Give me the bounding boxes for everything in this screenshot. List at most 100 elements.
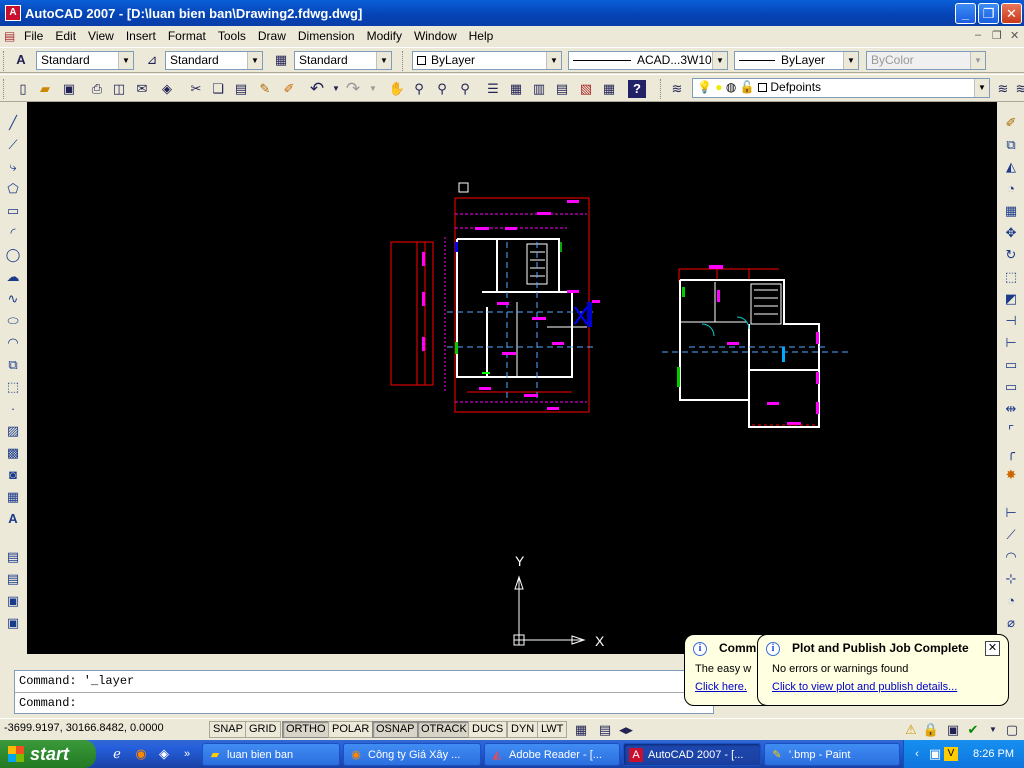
layer-tool-icon[interactable]: ▤ bbox=[4, 548, 22, 566]
layout-tab-icon[interactable]: ▤ bbox=[596, 721, 614, 739]
zoom-previous-icon[interactable]: ⚲ bbox=[456, 80, 474, 98]
doc-restore-button[interactable]: ❐ bbox=[992, 29, 1002, 42]
command-prompt[interactable]: Command: bbox=[15, 692, 713, 713]
task-firefox[interactable]: ◉ Công ty Giá Xây ... bbox=[343, 743, 481, 766]
layer-tool-3-icon[interactable]: ▣ bbox=[4, 592, 22, 610]
plot-icon[interactable]: ⎙ bbox=[88, 80, 106, 98]
scale-icon[interactable]: ⬚ bbox=[1002, 268, 1020, 286]
markup-icon[interactable]: ▧ bbox=[577, 80, 595, 98]
plot-status-icon[interactable]: ▣ bbox=[944, 721, 962, 739]
paste-icon[interactable]: ▤ bbox=[232, 80, 250, 98]
plot-publish-balloon[interactable]: i Plot and Publish Job Complete ✕ No err… bbox=[757, 634, 1009, 706]
toolbar-grip[interactable] bbox=[402, 51, 405, 71]
point-icon[interactable]: · bbox=[4, 400, 22, 418]
ie-icon[interactable]: ℯ bbox=[108, 745, 126, 763]
menu-file[interactable]: File bbox=[18, 29, 49, 43]
lineweight-combo[interactable]: ByLayer ▼ bbox=[734, 51, 859, 70]
gradient-icon[interactable]: ▩ bbox=[4, 444, 22, 462]
erase-icon[interactable]: ✐ bbox=[1002, 114, 1020, 132]
text-style-icon[interactable]: A bbox=[12, 51, 30, 69]
spline-icon[interactable]: ∿ bbox=[4, 290, 22, 308]
menu-insert[interactable]: Insert bbox=[120, 29, 162, 43]
network-icon[interactable]: ▣ bbox=[926, 745, 944, 763]
ducs-toggle[interactable]: DUCS bbox=[468, 721, 508, 738]
title-bar[interactable]: A AutoCAD 2007 - [D:\luan bien ban\Drawi… bbox=[0, 0, 1024, 26]
text-style-combo[interactable]: Standard ▼ bbox=[36, 51, 134, 70]
rotate-icon[interactable]: ↻ bbox=[1002, 246, 1020, 264]
arc-length-icon[interactable]: ◠ bbox=[1002, 548, 1020, 566]
layer-combo[interactable]: 💡 ● ◍ 🔓 Defpoints ▼ bbox=[692, 78, 990, 98]
doc-minimize-button[interactable]: – bbox=[975, 29, 981, 41]
cut-icon[interactable]: ✂ bbox=[187, 80, 205, 98]
status-menu-icon[interactable]: ▼ bbox=[984, 721, 1002, 739]
undo-dropdown-icon[interactable]: ▼ bbox=[327, 80, 345, 98]
undo-icon[interactable]: ↶ bbox=[308, 80, 326, 98]
insert-block-icon[interactable]: ⧉ bbox=[4, 356, 22, 374]
task-paint[interactable]: ✎ '.bmp - Paint bbox=[764, 743, 900, 766]
join-icon[interactable]: ⇹ bbox=[1002, 400, 1020, 418]
warning-icon[interactable]: ⚠ bbox=[902, 721, 920, 739]
rectangle-icon[interactable]: ▭ bbox=[4, 202, 22, 220]
aligned-dimension-icon[interactable]: ⟋ bbox=[1002, 526, 1020, 544]
ellipse-icon[interactable]: ⬭ bbox=[4, 312, 22, 330]
diameter-dimension-icon[interactable]: ⌀ bbox=[1002, 614, 1020, 632]
snap-toggle[interactable]: SNAP bbox=[209, 721, 247, 738]
drawing-canvas[interactable]: Y X bbox=[27, 102, 997, 654]
ordinate-dimension-icon[interactable]: ⊹ bbox=[1002, 570, 1020, 588]
quicklaunch-icon[interactable]: ◈ bbox=[155, 745, 173, 763]
tray-expand-icon[interactable]: ‹ bbox=[908, 745, 926, 763]
3d-dwf-icon[interactable]: ◈ bbox=[158, 80, 176, 98]
layer-tool-2-icon[interactable]: ▤ bbox=[4, 570, 22, 588]
offset-icon[interactable]: ◔ bbox=[1002, 180, 1020, 198]
design-center-icon[interactable]: ▦ bbox=[507, 80, 525, 98]
menu-dimension[interactable]: Dimension bbox=[292, 29, 361, 43]
save-icon[interactable]: ▣ bbox=[60, 80, 78, 98]
break-at-point-icon[interactable]: ▭ bbox=[1002, 356, 1020, 374]
color-combo[interactable]: ByLayer ▼ bbox=[412, 51, 562, 70]
zoom-window-icon[interactable]: ⚲ bbox=[433, 80, 451, 98]
menu-format[interactable]: Format bbox=[162, 29, 212, 43]
tool-palettes-icon[interactable]: ▥ bbox=[530, 80, 548, 98]
task-luan-bien-ban[interactable]: ▰ luan bien ban bbox=[202, 743, 340, 766]
quicklaunch-more-icon[interactable]: » bbox=[178, 745, 196, 763]
lock-icon[interactable]: 🔒 bbox=[922, 721, 940, 739]
layer-manager-icon[interactable]: ≋ bbox=[668, 80, 686, 98]
osnap-toggle[interactable]: OSNAP bbox=[372, 721, 419, 738]
new-icon[interactable]: ▯ bbox=[14, 80, 32, 98]
otrack-toggle[interactable]: OTRACK bbox=[417, 721, 471, 738]
table-style-icon[interactable]: ▦ bbox=[272, 51, 290, 69]
pan-icon[interactable]: ✋ bbox=[388, 80, 406, 98]
break-icon[interactable]: ▭ bbox=[1002, 378, 1020, 396]
maximize-button[interactable]: ❐ bbox=[978, 3, 999, 24]
move-icon[interactable]: ✥ bbox=[1002, 224, 1020, 242]
mirror-icon[interactable]: ◭ bbox=[1002, 158, 1020, 176]
lwt-toggle[interactable]: LWT bbox=[537, 721, 568, 738]
polar-toggle[interactable]: POLAR bbox=[328, 721, 374, 738]
polyline-icon[interactable]: ⤷ bbox=[4, 158, 22, 176]
menu-edit[interactable]: Edit bbox=[49, 29, 82, 43]
construction-line-icon[interactable]: ⟋ bbox=[4, 136, 22, 154]
sheet-set-icon[interactable]: ▤ bbox=[553, 80, 571, 98]
polygon-icon[interactable]: ⬠ bbox=[4, 180, 22, 198]
balloon-close-button[interactable]: ✕ bbox=[985, 641, 1000, 656]
copy-object-icon[interactable]: ⧉ bbox=[1002, 136, 1020, 154]
menu-help[interactable]: Help bbox=[463, 29, 500, 43]
publish-icon[interactable]: ✉ bbox=[133, 80, 151, 98]
copy-icon[interactable]: ❏ bbox=[209, 80, 227, 98]
doc-close-button[interactable]: ✕ bbox=[1010, 29, 1019, 42]
multiline-text-icon[interactable]: A bbox=[4, 510, 22, 528]
validation-icon[interactable]: ✔ bbox=[964, 721, 982, 739]
model-tab-icon[interactable]: ▦ bbox=[572, 721, 590, 739]
calculator-icon[interactable]: ▦ bbox=[600, 80, 618, 98]
chamfer-icon[interactable]: ⌜ bbox=[1002, 422, 1020, 440]
linetype-combo[interactable]: ACAD...3W100 ▼ bbox=[568, 51, 728, 70]
toolbar-grip[interactable] bbox=[3, 51, 6, 71]
task-autocad[interactable]: A AutoCAD 2007 - [... bbox=[623, 743, 761, 766]
coordinates-display[interactable]: -3699.9197, 30166.8482, 0.0000 bbox=[4, 722, 164, 734]
region-icon[interactable]: ◙ bbox=[4, 466, 22, 484]
vietkey-icon[interactable]: V bbox=[944, 747, 958, 761]
close-button[interactable]: ✕ bbox=[1001, 3, 1022, 24]
dim-style-icon[interactable]: ⊿ bbox=[143, 51, 161, 69]
layer-tool-4-icon[interactable]: ▣ bbox=[4, 614, 22, 632]
toolbar-grip[interactable] bbox=[660, 79, 663, 99]
